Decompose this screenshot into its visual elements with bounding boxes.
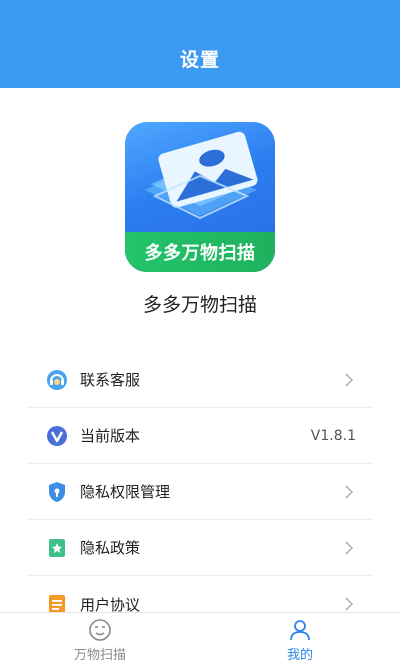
customer-service-icon xyxy=(46,369,68,391)
menu-item-label: 当前版本 xyxy=(80,427,141,445)
menu-item-label: 联系客服 xyxy=(80,371,141,389)
page-title: 设置 xyxy=(179,48,220,71)
tab-mine[interactable]: 我的 xyxy=(200,613,400,666)
version-icon xyxy=(46,425,68,447)
settings-menu: 联系客服 当前版本 V1.8.1 隐私权限管理 隐私政策 用户协议 xyxy=(28,352,372,632)
menu-item-contact-support[interactable]: 联系客服 xyxy=(28,352,372,408)
logo-banner: 多多万物扫描 xyxy=(125,232,275,272)
menu-item-privacy-permissions[interactable]: 隐私权限管理 xyxy=(28,464,372,520)
tab-label: 我的 xyxy=(286,648,313,663)
privacy-shield-icon xyxy=(46,481,68,503)
chevron-right-icon xyxy=(345,484,354,499)
scan-face-icon xyxy=(89,619,111,641)
privacy-policy-icon xyxy=(46,537,68,559)
menu-item-label: 隐私政策 xyxy=(80,539,141,557)
chevron-right-icon xyxy=(345,540,354,555)
chevron-right-icon xyxy=(345,597,354,611)
menu-item-current-version[interactable]: 当前版本 V1.8.1 xyxy=(28,408,372,464)
menu-item-label: 隐私权限管理 xyxy=(80,483,171,501)
chevron-right-icon xyxy=(345,372,354,387)
version-value: V1.8.1 xyxy=(310,427,356,444)
user-icon xyxy=(290,620,310,641)
header-bar: 设置 xyxy=(0,0,400,88)
tab-label: 万物扫描 xyxy=(73,648,126,663)
scan-picture-icon xyxy=(145,131,258,220)
logo-text: 多多万物扫描 xyxy=(144,243,256,264)
app-name: 多多万物扫描 xyxy=(142,294,257,316)
bottom-tab-bar: 万物扫描 我的 xyxy=(0,612,400,666)
menu-item-privacy-policy[interactable]: 隐私政策 xyxy=(28,520,372,576)
app-logo: 多多万物扫描 xyxy=(125,122,275,272)
tab-scan[interactable]: 万物扫描 xyxy=(0,613,200,666)
